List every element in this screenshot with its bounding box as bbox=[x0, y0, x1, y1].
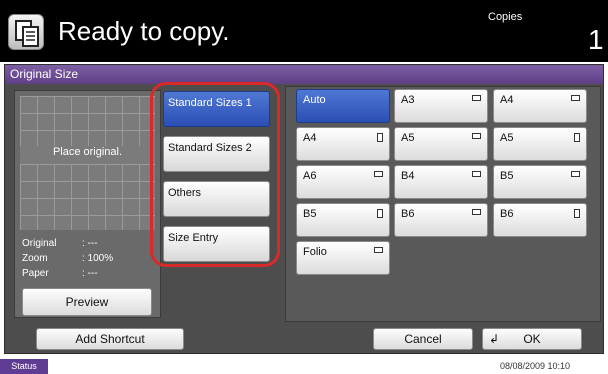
standard-sizes-2-button[interactable]: Standard Sizes 2 bbox=[163, 136, 270, 172]
size-label: B6 bbox=[401, 208, 415, 220]
size-button-auto[interactable]: Auto bbox=[296, 89, 390, 123]
landscape-orientation-icon bbox=[472, 95, 481, 101]
portrait-orientation-icon bbox=[574, 133, 580, 142]
copy-icon bbox=[8, 14, 44, 50]
original-label: Original bbox=[22, 238, 57, 249]
size-label: A4 bbox=[500, 94, 514, 106]
landscape-orientation-icon bbox=[472, 209, 481, 215]
size-label: B5 bbox=[500, 170, 514, 182]
paper-label: Paper bbox=[22, 268, 49, 279]
preview-button[interactable]: Preview bbox=[22, 288, 152, 316]
size-button-b4[interactable]: B4 bbox=[394, 165, 488, 199]
size-button-b5-landscape[interactable]: B5 bbox=[493, 165, 587, 199]
size-label: B4 bbox=[401, 170, 415, 182]
size-button-a6[interactable]: A6 bbox=[296, 165, 390, 199]
landscape-orientation-icon bbox=[571, 171, 580, 177]
size-button-a3[interactable]: A3 bbox=[394, 89, 488, 123]
landscape-orientation-icon bbox=[472, 171, 481, 177]
size-label: A5 bbox=[401, 132, 415, 144]
cancel-button[interactable]: Cancel bbox=[373, 328, 473, 350]
size-label: A4 bbox=[303, 132, 317, 144]
others-button[interactable]: Others bbox=[163, 181, 270, 217]
size-button-b6-portrait[interactable]: B6 bbox=[493, 203, 587, 237]
size-button-b5-portrait[interactable]: B5 bbox=[296, 203, 390, 237]
size-label: A6 bbox=[303, 170, 317, 182]
size-label: Auto bbox=[303, 94, 326, 106]
zoom-label: Zoom bbox=[22, 253, 48, 264]
size-label: B5 bbox=[303, 208, 317, 220]
copies-count: 1 bbox=[588, 24, 604, 55]
panel-title: Original Size bbox=[5, 65, 603, 84]
size-button-a5-landscape[interactable]: A5 bbox=[394, 127, 488, 161]
landscape-orientation-icon bbox=[374, 247, 383, 253]
size-button-a5-portrait[interactable]: A5 bbox=[493, 127, 587, 161]
size-button-b6-landscape[interactable]: B6 bbox=[394, 203, 488, 237]
portrait-orientation-icon bbox=[377, 133, 383, 142]
ok-label: OK bbox=[523, 332, 541, 346]
size-button-folio[interactable]: Folio bbox=[296, 241, 390, 275]
ok-button[interactable]: ↲ OK bbox=[482, 328, 582, 350]
copies-label: Copies bbox=[488, 11, 523, 23]
zoom-value: : 100% bbox=[82, 253, 114, 264]
landscape-orientation-icon bbox=[374, 171, 383, 177]
portrait-orientation-icon bbox=[574, 209, 580, 218]
size-button-a4-portrait[interactable]: A4 bbox=[296, 127, 390, 161]
datetime-display: 08/08/2009 10:10 bbox=[500, 361, 571, 371]
size-label: A3 bbox=[401, 94, 415, 106]
landscape-orientation-icon bbox=[472, 133, 481, 139]
paper-value: : --- bbox=[82, 268, 98, 279]
size-label: A5 bbox=[500, 132, 514, 144]
size-label: Folio bbox=[303, 246, 327, 258]
size-button-a4-landscape[interactable]: A4 bbox=[493, 89, 587, 123]
standard-sizes-1-button[interactable]: Standard Sizes 1 bbox=[163, 91, 270, 127]
landscape-orientation-icon bbox=[571, 95, 580, 101]
size-label: B6 bbox=[500, 208, 514, 220]
return-arrow-icon: ↲ bbox=[489, 332, 500, 346]
page-title: Ready to copy. bbox=[58, 16, 230, 46]
original-value: : --- bbox=[82, 238, 98, 249]
place-original-text: Place original. bbox=[20, 146, 155, 164]
size-entry-button[interactable]: Size Entry bbox=[163, 226, 270, 262]
status-button[interactable]: Status bbox=[0, 359, 48, 374]
portrait-orientation-icon bbox=[377, 209, 383, 218]
add-shortcut-button[interactable]: Add Shortcut bbox=[36, 328, 184, 350]
